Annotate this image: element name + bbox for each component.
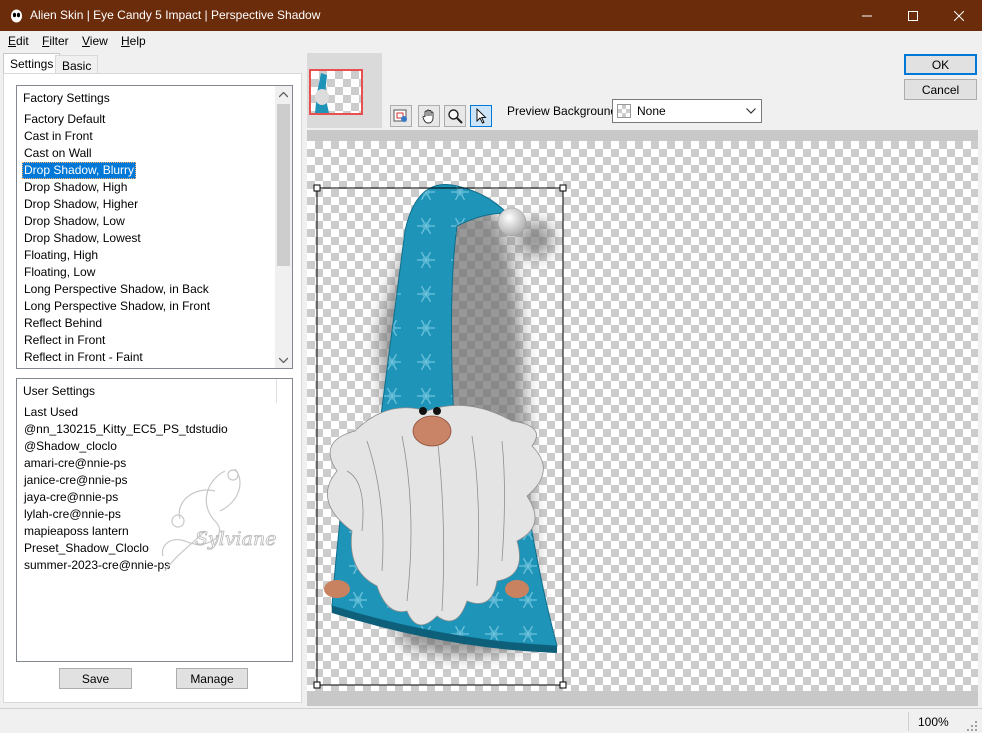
settings-tab-panel: Factory Settings Factory Default Cast in … xyxy=(3,73,302,703)
gnome-preview-image xyxy=(313,184,567,689)
list-item[interactable]: Factory Default xyxy=(22,111,274,128)
list-item[interactable]: Reflect Behind xyxy=(22,315,274,332)
window-title: Alien Skin | Eye Candy 5 Impact | Perspe… xyxy=(30,8,321,22)
factory-settings-items: Factory Default Cast in Front Cast on Wall… xyxy=(22,111,274,366)
preview-background-label: Preview Background: xyxy=(507,104,621,118)
list-item[interactable]: Drop Shadow, High xyxy=(22,179,274,196)
zoom-level: 100% xyxy=(918,715,949,729)
title-bar: Alien Skin | Eye Candy 5 Impact | Perspe… xyxy=(0,0,982,31)
cancel-button[interactable]: Cancel xyxy=(904,79,977,100)
list-item-label: lylah-cre@nnie-ps xyxy=(24,507,121,521)
menu-view[interactable]: View xyxy=(82,34,108,48)
status-divider xyxy=(908,712,909,731)
checker-swatch-icon xyxy=(617,104,631,118)
manage-button[interactable]: Manage xyxy=(176,668,248,689)
menu-filter[interactable]: Filter xyxy=(42,34,69,48)
list-item[interactable]: @nn_130215_Kitty_EC5_PS_tdstudio xyxy=(22,421,274,438)
list-item-label: Cast on Wall xyxy=(24,146,92,160)
list-item[interactable]: @Shadow_cloclo xyxy=(22,438,274,455)
preview-bottom-divider xyxy=(307,691,978,706)
list-item-label: Floating, High xyxy=(24,248,99,262)
list-item[interactable]: Cast on Wall xyxy=(22,145,274,162)
list-item[interactable]: Cast in Front xyxy=(22,128,274,145)
settings-pane: Settings Basic Factory Settings Factory … xyxy=(0,51,305,706)
chevron-down-icon xyxy=(746,108,756,114)
factory-list-scrollbar[interactable] xyxy=(275,86,292,368)
list-item[interactable]: Reflect in Front xyxy=(22,332,274,349)
preview-background-select[interactable]: None xyxy=(612,99,762,123)
user-settings-header-row xyxy=(17,379,277,403)
list-item-label: Drop Shadow, Lowest xyxy=(24,231,141,245)
zoom-tool[interactable] xyxy=(444,105,466,127)
list-item-label: @nn_130215_Kitty_EC5_PS_tdstudio xyxy=(24,422,228,436)
list-item-label: Reflect Behind xyxy=(24,316,103,330)
list-item[interactable]: Last Used xyxy=(22,404,274,421)
zoom-icon xyxy=(448,109,463,124)
pointer-tool[interactable] xyxy=(470,105,492,127)
user-settings-list[interactable]: User Settings Last Used @nn_130215_Kitty_… xyxy=(16,378,293,662)
hand-icon xyxy=(422,109,434,124)
list-item-label: Reflect in Front - Faint xyxy=(24,350,143,364)
list-item[interactable]: Floating, Low xyxy=(22,264,274,281)
list-item-label: Preset_Shadow_Cloclo xyxy=(24,541,149,555)
status-bar: 100% xyxy=(0,708,982,733)
list-item-label: Long Perspective Shadow, in Front xyxy=(24,299,211,313)
list-item-label: Last Used xyxy=(24,405,79,419)
list-item-label: @Shadow_cloclo xyxy=(24,439,117,453)
preview-canvas[interactable] xyxy=(307,141,978,691)
maximize-button[interactable] xyxy=(890,0,936,31)
thumbnail-gnome-image xyxy=(315,73,329,113)
scroll-thumb[interactable] xyxy=(277,104,290,266)
menu-edit[interactable]: Edit xyxy=(8,34,29,48)
preview-top-divider xyxy=(307,130,978,141)
list-item-label: jaya-cre@nnie-ps xyxy=(24,490,119,504)
alien-skin-icon xyxy=(11,9,22,23)
minimize-icon xyxy=(862,15,872,16)
ok-button[interactable]: OK xyxy=(904,54,977,75)
factory-settings-header: Factory Settings xyxy=(23,91,110,105)
close-icon xyxy=(954,10,964,21)
save-button[interactable]: Save xyxy=(59,668,132,689)
list-item-label: Drop Shadow, Low xyxy=(24,214,125,228)
close-button[interactable] xyxy=(936,0,982,31)
list-item-label: janice-cre@nnie-ps xyxy=(24,473,128,487)
list-item[interactable]: Floating, High xyxy=(22,247,274,264)
menu-help[interactable]: Help xyxy=(121,34,146,48)
navigator-thumbnail[interactable] xyxy=(309,69,363,115)
list-item[interactable]: Drop Shadow, Lowest xyxy=(22,230,274,247)
factory-settings-list[interactable]: Factory Settings Factory Default Cast in … xyxy=(16,85,293,369)
list-item-label: Cast in Front xyxy=(24,129,93,143)
list-item-label: amari-cre@nnie-ps xyxy=(24,456,127,470)
hand-tool[interactable] xyxy=(418,105,440,127)
menu-bar: Edit Filter View Help xyxy=(0,31,982,51)
preview-background-value: None xyxy=(637,104,666,118)
list-item-label: Floating, Low xyxy=(24,265,96,279)
navigator-icon xyxy=(393,109,407,122)
watermark-flourish: Sylviane xyxy=(161,468,277,572)
list-item[interactable]: Reflect in Front - Faint xyxy=(22,349,274,366)
maximize-icon xyxy=(908,10,918,21)
scroll-up-icon[interactable] xyxy=(275,86,292,103)
minimize-button[interactable] xyxy=(844,0,890,31)
list-item[interactable]: Long Perspective Shadow, in Front xyxy=(22,298,274,315)
pointer-icon xyxy=(476,108,487,124)
navigator-tool[interactable] xyxy=(390,105,412,127)
list-item-label: Long Perspective Shadow, in Back xyxy=(24,282,209,296)
resize-grip-icon[interactable] xyxy=(966,720,978,732)
navigator-thumbnail-area[interactable] xyxy=(307,53,382,128)
list-item[interactable]: Drop Shadow, Blurry xyxy=(22,162,274,179)
list-item-label: mapieaposs lantern xyxy=(24,524,129,538)
list-item[interactable]: Drop Shadow, Low xyxy=(22,213,274,230)
list-item-label: Drop Shadow, Higher xyxy=(24,197,139,211)
list-item[interactable]: Long Perspective Shadow, in Back xyxy=(22,281,274,298)
list-item[interactable]: Drop Shadow, Higher xyxy=(22,196,274,213)
list-item-label: Drop Shadow, High xyxy=(24,180,128,194)
list-item-label: Reflect in Front xyxy=(24,333,106,347)
scroll-down-icon[interactable] xyxy=(275,351,292,368)
list-item-label: Drop Shadow, Blurry xyxy=(22,162,137,179)
list-item-label: Factory Default xyxy=(24,112,106,126)
watermark-text: Sylviane xyxy=(195,528,276,550)
